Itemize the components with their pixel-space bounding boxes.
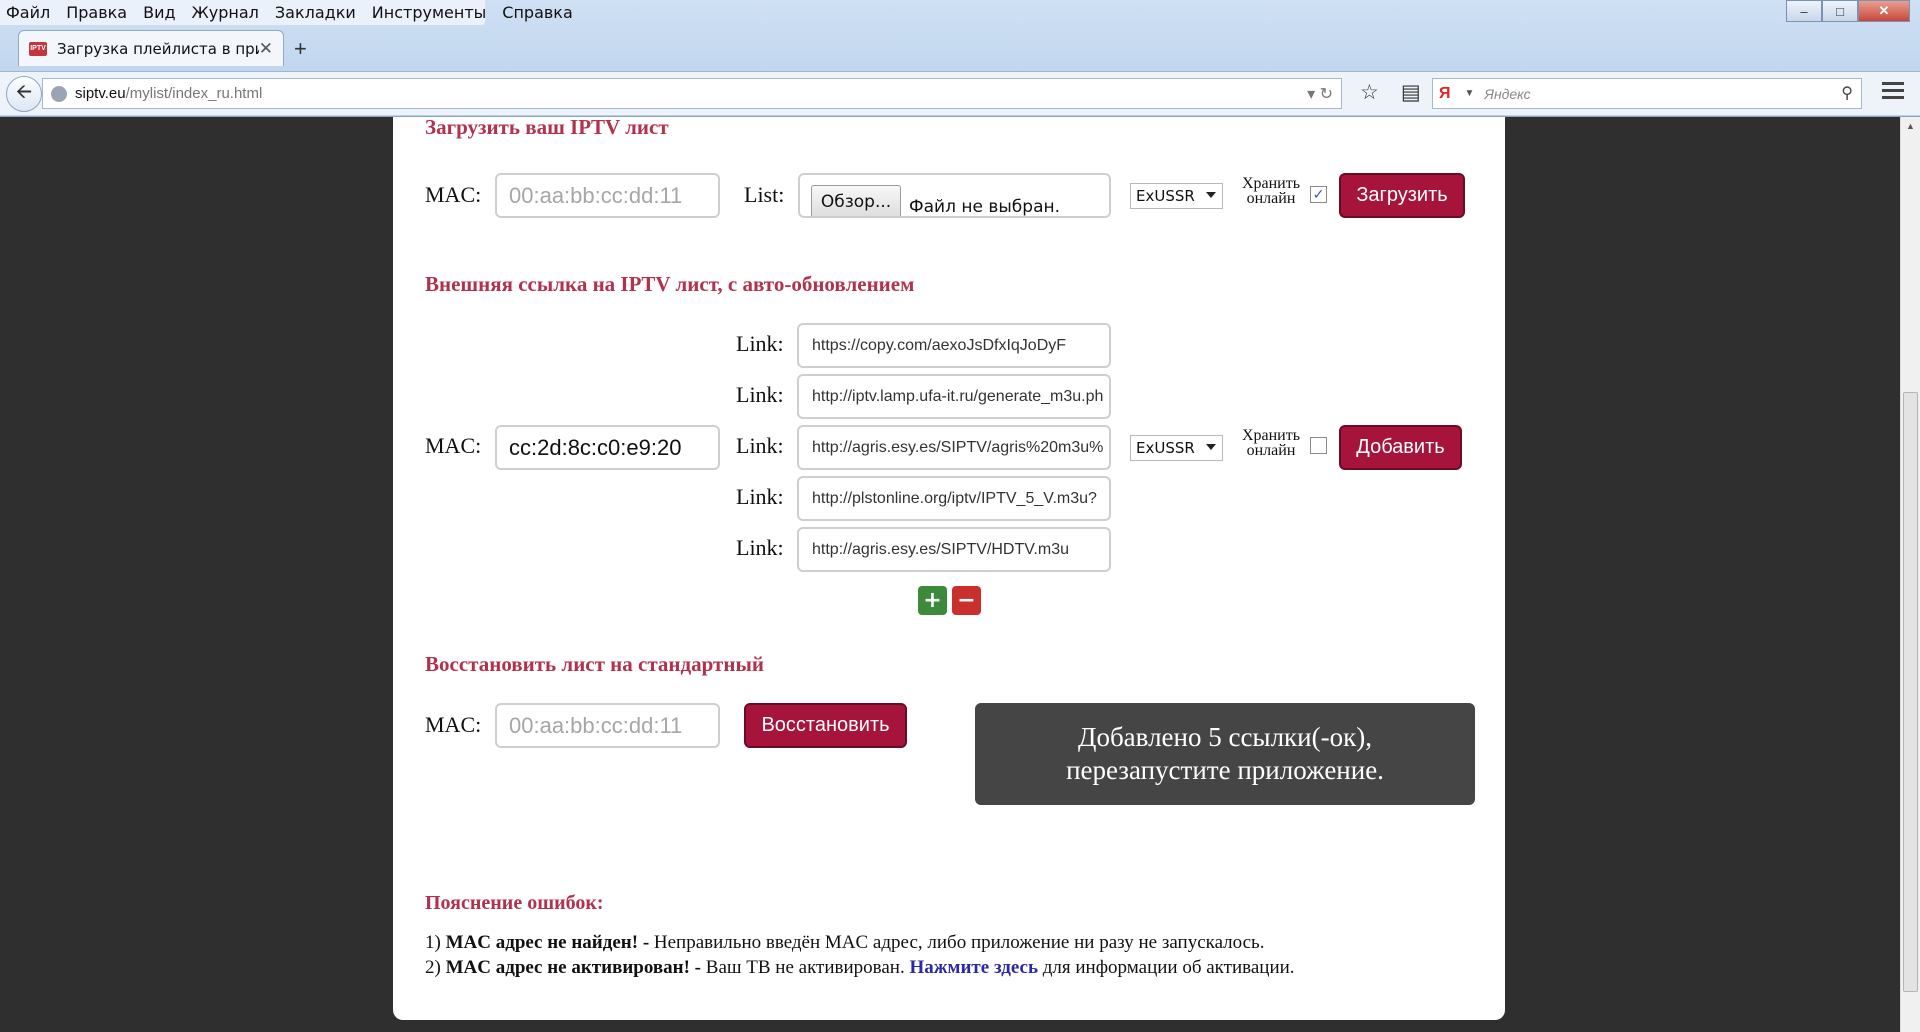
add-link-button[interactable]: + (918, 586, 947, 615)
chevron-down-icon (1206, 192, 1216, 198)
navigation-bar: 🡨 siptv.eu/mylist/index_ru.html ▾ ↻ ☆ ▤ … (0, 71, 1920, 115)
error-1-number: 1) (425, 932, 441, 953)
upload-store-checkbox[interactable]: ✓ (1310, 186, 1327, 203)
toast-line-2: перезапустите приложение. (1066, 755, 1384, 785)
error-1-title: MAC адрес не найден! - (445, 932, 650, 953)
external-heading: Внешняя ссылка на IPTV лист, с авто-обно… (425, 272, 915, 296)
window-controls: – □ ✕ (1786, 0, 1910, 22)
link-label-3: Link: (736, 433, 784, 458)
error-2-tail: для информации об активации. (1042, 957, 1295, 978)
tab-favicon-icon: IPTV (29, 41, 47, 56)
yandex-logo-icon: Я (1439, 84, 1451, 102)
external-region-select[interactable]: ExUSSR (1130, 435, 1223, 461)
upload-region-value: ExUSSR (1136, 187, 1195, 205)
page-content: Загрузить ваш IPTV лист MAC: 00:aa:bb:cc… (393, 115, 1505, 1020)
new-tab-button[interactable]: + (294, 36, 307, 62)
menu-bookmarks[interactable]: Закладки (275, 3, 356, 22)
maximize-button[interactable]: □ (1822, 0, 1858, 22)
menu-view[interactable]: Вид (143, 3, 175, 22)
tab-title: Загрузка плейлиста в при... (57, 39, 259, 58)
address-bar[interactable]: siptv.eu/mylist/index_ru.html ▾ ↻ (42, 78, 1342, 109)
external-mac-input[interactable]: cc:2d:8c:c0:e9:20 (495, 425, 720, 470)
restore-button[interactable]: Восстановить (744, 703, 907, 748)
external-store-label: Хранить онлайн (1236, 427, 1306, 459)
link-label-4: Link: (736, 484, 784, 509)
link-label-2: Link: (736, 382, 784, 407)
search-icon[interactable]: ⚲ (1841, 83, 1853, 103)
upload-region-select[interactable]: ExUSSR (1130, 183, 1223, 209)
external-store-label-1: Хранить (1241, 427, 1301, 444)
upload-mac-input[interactable]: 00:aa:bb:cc:dd:11 (495, 173, 720, 218)
upload-store-label-1: Хранить (1241, 175, 1301, 192)
error-1-text: Неправильно введён MAC адрес, либо прило… (653, 932, 1265, 953)
url-host: siptv.eu (75, 85, 126, 102)
upload-store-label-2: онлайн (1246, 190, 1296, 207)
error-item-2: 2) MAC адрес не активирован! - Ваш ТВ не… (425, 957, 1295, 979)
menu-file[interactable]: Файл (6, 3, 50, 22)
error-2-text: Ваш ТВ не активирован. (705, 957, 905, 978)
toast-line-1: Добавлено 5 ссылки(-ок), (1078, 722, 1372, 752)
reader-list-icon[interactable]: ▤ (1401, 80, 1421, 105)
menu-edit[interactable]: Правка (66, 3, 127, 22)
no-file-text: Файл не выбран. (909, 197, 1060, 217)
restore-heading: Восстановить лист на стандартный (425, 652, 764, 676)
add-button[interactable]: Добавить (1339, 425, 1462, 470)
search-bar[interactable]: Я ▼ Яндекс ⚲ (1432, 78, 1862, 109)
search-placeholder: Яндекс (1484, 85, 1531, 102)
url-path: /mylist/index_ru.html (125, 85, 263, 102)
menu-tools[interactable]: Инструменты (372, 3, 487, 22)
file-picker: Обзор... Файл не выбран. (798, 173, 1111, 218)
scroll-up-icon[interactable]: ▲ (1901, 117, 1920, 135)
back-arrow-icon[interactable]: 🡨 (6, 76, 42, 112)
link-input-1[interactable]: https://copy.com/aexoJsDfxIqJoDyF (797, 323, 1111, 368)
menu-bar: Файл Правка Вид Журнал Закладки Инструме… (0, 0, 573, 25)
link-input-2[interactable]: http://iptv.lamp.ufa-it.ru/generate_m3u.… (797, 374, 1111, 419)
menu-history[interactable]: Журнал (192, 3, 259, 22)
upload-mac-label: MAC: (425, 182, 482, 207)
link-input-4[interactable]: http://plstonline.org/iptv/IPTV_5_V.m3u? (797, 476, 1111, 521)
close-window-button[interactable]: ✕ (1858, 0, 1910, 22)
upload-heading: Загрузить ваш IPTV лист (425, 115, 669, 139)
link-label-5: Link: (736, 535, 784, 560)
toolbar-icons: ☆ ▤ (1360, 80, 1421, 105)
error-2-number: 2) (425, 957, 441, 978)
minimize-button[interactable]: – (1786, 0, 1822, 22)
external-store-checkbox[interactable] (1310, 437, 1327, 454)
link-input-3[interactable]: http://agris.esy.es/SIPTV/agris%20m3u% (797, 425, 1111, 470)
menu-help[interactable]: Справка (502, 3, 573, 22)
chevron-down-icon[interactable]: ▼ (1465, 88, 1475, 99)
upload-submit-button[interactable]: Загрузить (1339, 173, 1465, 218)
page-scrollbar[interactable]: ▲ (1900, 117, 1920, 1032)
success-toast: Добавлено 5 ссылки(-ок), перезапустите п… (975, 703, 1475, 805)
errors-heading: Пояснение ошибок: (425, 892, 604, 914)
reload-icon[interactable]: ▾ ↻ (1307, 84, 1333, 104)
browser-tab[interactable]: IPTV Загрузка плейлиста в при... ✕ (18, 30, 284, 66)
bookmark-star-icon[interactable]: ☆ (1360, 80, 1379, 105)
tab-close-icon[interactable]: ✕ (259, 39, 273, 59)
error-item-1: 1) MAC адрес не найден! - Неправильно вв… (425, 932, 1264, 954)
link-label-1: Link: (736, 331, 784, 356)
restore-mac-input[interactable]: 00:aa:bb:cc:dd:11 (495, 703, 720, 748)
restore-mac-label: MAC: (425, 712, 482, 737)
link-input-5[interactable]: http://agris.esy.es/SIPTV/HDTV.m3u (797, 527, 1111, 572)
external-mac-label: MAC: (425, 433, 482, 458)
scrollbar-thumb[interactable] (1903, 392, 1918, 992)
menu-hamburger-icon[interactable] (1882, 82, 1904, 103)
chevron-down-icon (1206, 444, 1216, 450)
activation-link[interactable]: Нажмите здесь (909, 957, 1038, 978)
browser-chrome: Файл Правка Вид Журнал Закладки Инструме… (0, 0, 1920, 117)
external-store-label-2: онлайн (1246, 442, 1296, 459)
list-label: List: (744, 182, 785, 207)
globe-icon (51, 85, 67, 102)
browse-button[interactable]: Обзор... (811, 185, 901, 216)
remove-link-button[interactable]: − (952, 586, 981, 615)
upload-store-label: Хранить онлайн (1236, 175, 1306, 207)
error-2-title: MAC адрес не активирован! - (445, 957, 702, 978)
external-region-value: ExUSSR (1136, 439, 1195, 457)
